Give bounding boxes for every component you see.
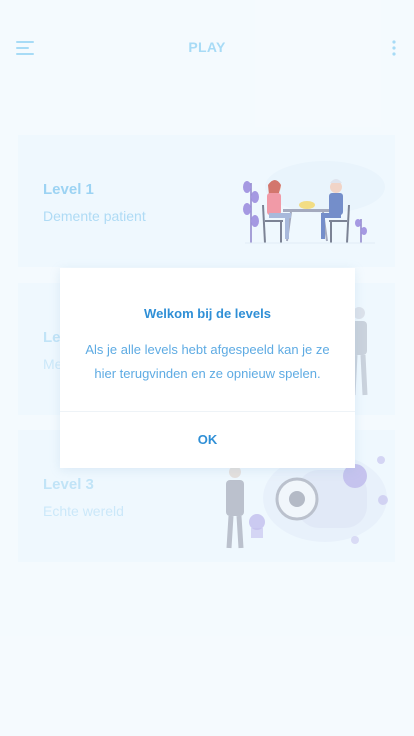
welcome-dialog: Welkom bij de levels Als je alle levels … bbox=[60, 268, 355, 468]
ok-button[interactable]: OK bbox=[60, 412, 355, 468]
dialog-title: Welkom bij de levels bbox=[144, 306, 271, 321]
dialog-message: Als je alle levels hebt afgespeeld kan j… bbox=[85, 342, 330, 381]
